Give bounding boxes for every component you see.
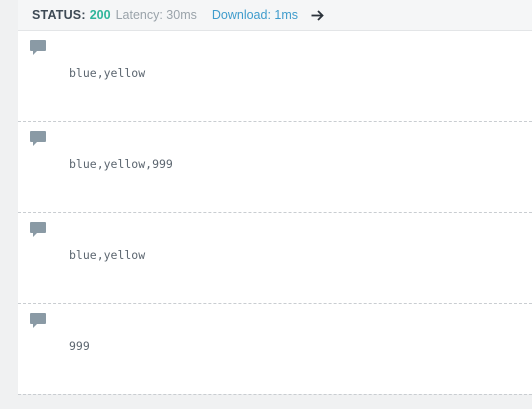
latency-value: Latency: 30ms (115, 8, 197, 22)
status-code: 200 (89, 8, 111, 22)
comment-icon[interactable] (29, 39, 47, 57)
results-list: blue,yellow blue,yellow,999 blue,yellow … (18, 31, 532, 395)
result-value: 999 (69, 339, 90, 353)
arrow-right-icon[interactable] (311, 9, 324, 21)
comment-icon[interactable] (29, 221, 47, 239)
result-row: 999 (18, 304, 532, 395)
result-value: blue,yellow (69, 66, 146, 80)
comment-icon[interactable] (29, 130, 47, 148)
comment-icon[interactable] (29, 312, 47, 330)
result-value: blue,yellow,999 (69, 157, 173, 171)
download-value: Download: 1ms (211, 8, 299, 22)
response-status-bar: STATUS: 200 Latency: 30ms Download: 1ms (18, 0, 532, 31)
result-value: blue,yellow (69, 248, 146, 262)
result-row: blue,yellow (18, 31, 532, 122)
result-row: blue,yellow,999 (18, 122, 532, 213)
status-label: STATUS: (32, 8, 86, 22)
result-row: blue,yellow (18, 213, 532, 304)
